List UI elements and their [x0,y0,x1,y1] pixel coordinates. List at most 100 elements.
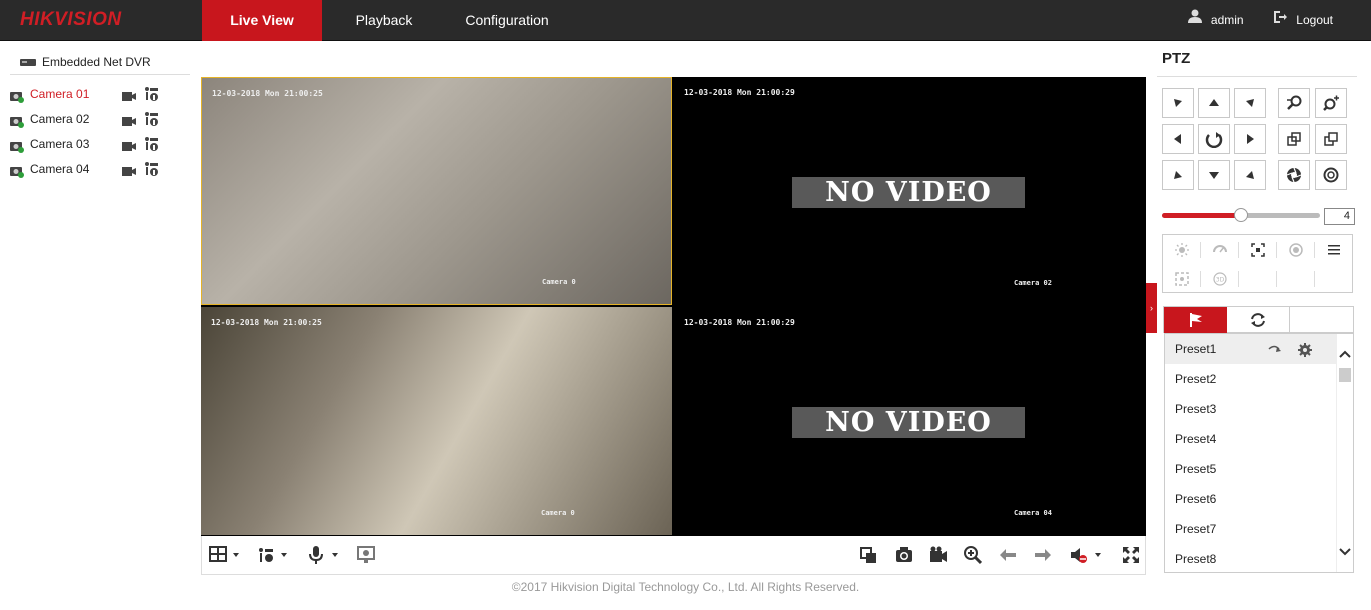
osd-camera-label: Camera 04 [1014,509,1052,517]
ptz-auto-rotate-button[interactable] [1198,124,1230,154]
video-tile-camera-04[interactable]: 12-03-2018 Mon 21:00:29 NO VIDEO Camera … [674,307,1145,535]
ptz-up-button[interactable] [1198,88,1230,118]
collapse-ptz-panel-button[interactable]: › [1146,283,1157,333]
osd-timestamp: 12-03-2018 Mon 21:00:29 [684,318,795,327]
scroll-down-icon[interactable] [1339,544,1351,562]
iris-open-button[interactable] [1278,160,1310,190]
digital-zoom-icon[interactable] [964,545,983,565]
ptz-up-left-button[interactable] [1162,88,1194,118]
tab-playback[interactable]: Playback [336,0,432,41]
video-tile-camera-01[interactable]: 12-03-2018 Mon 21:00:25 Camera 0 [201,77,672,305]
menu-button[interactable] [1315,237,1352,263]
osd-timestamp: 12-03-2018 Mon 21:00:29 [684,88,795,97]
focus-far-button[interactable] [1315,124,1347,154]
zoom-in-icon [1323,95,1339,111]
preset-item[interactable]: Preset4 [1165,424,1337,454]
ptz-up-right-button[interactable] [1234,88,1266,118]
record-icon[interactable] [122,87,136,109]
manual-tracking-button[interactable] [1163,266,1200,292]
previous-page-icon[interactable] [999,545,1017,565]
stop-all-live-icon[interactable] [860,545,878,565]
user-icon [1187,0,1203,41]
preset-item[interactable]: Preset2 [1165,364,1337,394]
speed-slider-knob[interactable] [1234,208,1248,222]
patrol-icon [1251,313,1265,327]
lens-initialization-button[interactable] [1277,237,1314,263]
zoom-in-button[interactable] [1315,88,1347,118]
camera-item[interactable]: Camera 03 [10,133,170,155]
zoom-out-button[interactable] [1278,88,1310,118]
next-page-icon[interactable] [1034,545,1052,565]
record-all-icon[interactable] [929,545,947,565]
set-preset-gear-icon[interactable] [1298,334,1312,364]
preset-item[interactable]: Preset1 [1165,334,1337,364]
scrollbar-thumb[interactable] [1339,368,1351,382]
dvr-icon [20,50,36,76]
username[interactable]: admin [1211,0,1244,41]
window-layout-dropdown[interactable] [209,545,243,565]
ptz-left-button[interactable] [1162,124,1194,154]
ptz-function-panel: 3D [1162,234,1353,293]
divider [1238,271,1239,287]
osd-camera-label: Camera 02 [1014,279,1052,287]
wiper-button[interactable] [1201,237,1238,263]
record-icon[interactable] [122,112,136,134]
ptz-down-right-button[interactable] [1234,160,1266,190]
pip-icon[interactable] [357,545,375,565]
stream-type-dropdown[interactable] [257,545,291,565]
focus-near-button[interactable] [1278,124,1310,154]
camera-item[interactable]: Camera 04 [10,158,170,180]
camera-online-icon [10,88,24,110]
preset-list: Preset1 Preset2 Preset3 Preset4 Preset5 … [1164,333,1354,573]
tab-preset[interactable] [1164,307,1227,333]
video-tile-camera-03[interactable]: 12-03-2018 Mon 21:00:25 Camera 0 [201,307,672,535]
video-tile-camera-02[interactable]: 12-03-2018 Mon 21:00:29 NO VIDEO Camera … [674,77,1145,305]
ptz-icon[interactable] [143,86,159,109]
tab-configuration[interactable]: Configuration [448,0,566,41]
arrow-up-icon [1209,99,1219,106]
menu-icon [1327,245,1340,255]
logout-icon[interactable] [1273,0,1287,41]
tab-live-view[interactable]: Live View [202,0,322,41]
ptz-icon[interactable] [143,161,159,184]
ptz-right-button[interactable] [1234,124,1266,154]
preset-label: Preset5 [1175,462,1217,476]
arrow-down-icon [1209,172,1219,179]
lens-init-icon [1288,243,1303,257]
ptz-down-left-button[interactable] [1162,160,1194,190]
camera-item[interactable]: Camera 02 [10,108,170,130]
camera-item[interactable]: Camera 01 [10,83,170,105]
preset-item[interactable]: Preset3 [1165,394,1337,424]
light-button[interactable] [1163,237,1200,263]
preset-item[interactable]: Preset5 [1165,454,1337,484]
tab-patrol[interactable] [1227,307,1290,333]
preset-item[interactable]: Preset8 [1165,544,1337,572]
device-node[interactable]: Embedded Net DVR [10,49,190,75]
auxiliary-focus-button[interactable] [1239,237,1276,263]
preset-item[interactable]: Preset7 [1165,514,1337,544]
logout-link[interactable]: Logout [1296,0,1333,41]
preset-item[interactable]: Preset6 [1165,484,1337,514]
preset-scrollbar[interactable] [1336,334,1353,572]
camera-label: Camera 01 [30,87,90,101]
call-preset-icon[interactable] [1268,334,1282,364]
3d-positioning-button[interactable]: 3D [1201,266,1238,292]
manual-tracking-icon [1174,272,1189,286]
preset-label: Preset3 [1175,402,1217,416]
scroll-up-icon[interactable] [1339,346,1351,364]
ptz-icon[interactable] [143,111,159,134]
fullscreen-icon[interactable] [1122,545,1140,565]
record-icon[interactable] [122,162,136,184]
capture-icon[interactable] [895,545,913,565]
ptz-down-button[interactable] [1198,160,1230,190]
microphone-dropdown[interactable] [308,545,342,565]
zoom-out-icon [1287,95,1302,110]
divider [1314,271,1315,287]
ptz-icon[interactable] [143,136,159,159]
record-icon[interactable] [122,137,136,159]
camera-label: Camera 02 [30,112,90,126]
volume-mute-dropdown[interactable] [1070,545,1104,565]
camera-online-icon [10,113,24,135]
ptz-speed-slider[interactable] [1162,208,1320,222]
iris-close-button[interactable] [1315,160,1347,190]
